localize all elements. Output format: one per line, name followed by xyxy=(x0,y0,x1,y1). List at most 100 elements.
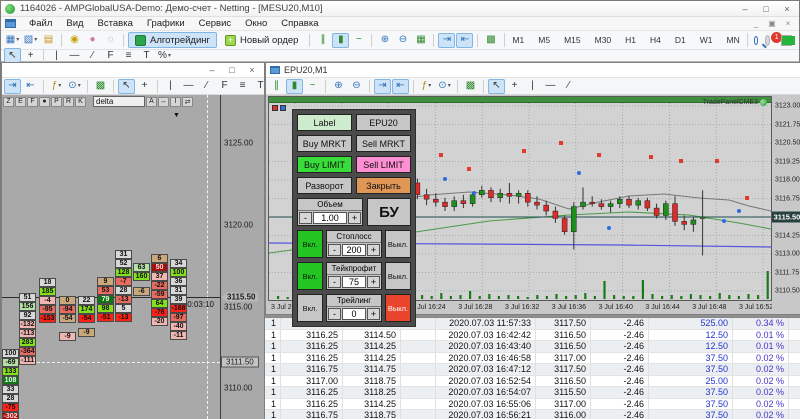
object-mini-icon[interactable]: R xyxy=(63,97,74,107)
decrease-button[interactable]: - xyxy=(328,276,341,288)
text-icon[interactable]: T xyxy=(138,48,155,63)
decrease-button[interactable]: - xyxy=(328,244,341,256)
new-order-button[interactable]: + Новый ордер xyxy=(218,32,305,48)
enable-button[interactable]: Вкл. xyxy=(297,230,323,258)
autoscroll-icon[interactable]: ⇥ xyxy=(4,79,21,94)
disable-button[interactable]: Выкл. xyxy=(385,294,411,322)
trendline-icon[interactable]: ⁄ xyxy=(560,79,577,94)
object-mini-icon[interactable]: ● xyxy=(39,97,50,107)
cluster-chart-area[interactable]: ZEF●PRK delta A↔I⇄ ▼ 3125.003120.003115.… xyxy=(2,95,264,419)
menu-item-вставка[interactable]: Вставка xyxy=(91,17,140,30)
table-row[interactable]: 13116.253114.252020.07.03 16:55:063117.0… xyxy=(265,399,800,411)
signal-icon[interactable]: ◌ xyxy=(102,33,119,48)
menu-item-сервис[interactable]: Сервис xyxy=(192,17,239,30)
dropdown-arrow-icon[interactable]: ▾ xyxy=(168,53,171,59)
hline-icon[interactable]: — xyxy=(542,79,559,94)
vline-icon[interactable]: | xyxy=(524,79,541,94)
dropdown-arrow-icon[interactable]: ▾ xyxy=(448,83,451,89)
sell-market-button[interactable]: Sell MRKT xyxy=(356,135,411,152)
hline-icon[interactable]: — xyxy=(180,79,197,94)
indicators-icon[interactable]: ƒ▾ xyxy=(48,79,65,94)
candles-chart-icon[interactable]: ▮ xyxy=(332,33,349,48)
symbol-button[interactable]: EPU20 xyxy=(356,114,411,131)
indicator-combo-button[interactable]: I xyxy=(170,97,181,107)
menu-item-вид[interactable]: Вид xyxy=(59,17,90,30)
person-icon[interactable]: ● xyxy=(84,33,101,48)
search-icon[interactable] xyxy=(754,36,758,45)
disable-button[interactable]: Выкл. xyxy=(385,262,411,290)
autoscroll-icon[interactable]: ⇥ xyxy=(374,79,391,94)
menu-item-файл[interactable]: Файл xyxy=(22,17,59,30)
table-row[interactable]: 13116.253114.502020.07.03 16:42:423116.5… xyxy=(265,330,800,342)
coins-icon[interactable]: ◉ xyxy=(66,33,83,48)
algo-trading-button[interactable]: Алготрейдинг xyxy=(128,32,217,48)
hline-icon[interactable]: — xyxy=(66,48,83,63)
timeframe-h4[interactable]: H4 xyxy=(643,33,668,47)
candles-chart-icon[interactable]: ▮ xyxy=(286,79,303,94)
object-mini-icon[interactable]: P xyxy=(51,97,62,107)
fibo-icon[interactable]: F xyxy=(102,48,119,63)
window-menu-icon[interactable] xyxy=(5,19,16,28)
crosshair-icon[interactable]: + xyxy=(506,79,523,94)
trendline-icon[interactable]: ⁄ xyxy=(198,79,215,94)
close-button[interactable]: × xyxy=(779,3,795,15)
menu-item-окно[interactable]: Окно xyxy=(238,17,274,30)
object-mini-icon[interactable]: F xyxy=(27,97,38,107)
value-field[interactable]: 0 xyxy=(342,308,366,320)
vline-icon[interactable]: | xyxy=(48,48,65,63)
reverse-button[interactable]: Разворот xyxy=(297,177,352,194)
timeframe-m1[interactable]: M1 xyxy=(505,33,531,47)
dropdown-arrow-icon[interactable]: ▾ xyxy=(58,83,61,89)
label-button[interactable]: Label xyxy=(297,114,352,131)
autoscroll-icon[interactable]: ⇥ xyxy=(438,33,455,48)
chart-properties-icon[interactable]: ▩ xyxy=(92,79,109,94)
timeframe-m15[interactable]: M15 xyxy=(557,33,588,47)
enable-button[interactable]: Вкл. xyxy=(297,262,323,290)
levels-icon[interactable]: ≡ xyxy=(120,48,137,63)
bars-chart-icon[interactable]: ∥ xyxy=(314,33,331,48)
volume-decrease-button[interactable]: - xyxy=(299,212,312,224)
crosshair-icon[interactable]: + xyxy=(136,79,153,94)
volume-value[interactable]: 1.00 xyxy=(313,212,347,224)
line-chart-icon[interactable]: ~ xyxy=(304,79,321,94)
child-minimize-button[interactable]: _ xyxy=(749,19,763,29)
chart-properties-icon[interactable]: ▩ xyxy=(482,33,499,48)
dropdown-arrow-icon[interactable]: ▾ xyxy=(428,83,431,89)
shapes-icon[interactable]: %▾ xyxy=(156,48,173,63)
fibo-icon[interactable]: F xyxy=(216,79,233,94)
close-position-button[interactable]: Закрыть xyxy=(356,177,411,194)
bars-chart-icon[interactable]: ∥ xyxy=(268,79,285,94)
deals-table[interactable]: 13128.003132.752020.07.03 11:57:333117.5… xyxy=(265,317,800,419)
table-row[interactable]: 13116.253114.252020.07.03 16:43:403116.5… xyxy=(265,341,800,353)
menu-item-справка[interactable]: Справка xyxy=(274,17,325,30)
timeframe-w1[interactable]: W1 xyxy=(693,33,720,47)
zoom-in-icon[interactable]: ⊕ xyxy=(376,33,393,48)
volume-increase-button[interactable]: + xyxy=(348,212,361,224)
disable-button[interactable]: Выкл. xyxy=(385,230,411,258)
object-mini-icon[interactable]: E xyxy=(15,97,26,107)
buy-market-button[interactable]: Buy MRKT xyxy=(297,135,352,152)
indicator-combo-button[interactable]: ↔ xyxy=(158,97,169,107)
timeframe-mn[interactable]: MN xyxy=(720,33,747,47)
tile-windows-icon[interactable]: ▦ xyxy=(412,33,429,48)
minimize-button[interactable]: – xyxy=(204,64,220,76)
timer-icon[interactable]: ⊙▾ xyxy=(436,79,453,94)
value-field[interactable]: 200 xyxy=(342,244,366,256)
table-row[interactable]: 13117.003118.752020.07.03 16:52:543116.5… xyxy=(265,376,800,388)
zoom-out-icon[interactable]: ⊖ xyxy=(348,79,365,94)
decrease-button[interactable]: - xyxy=(328,308,341,320)
increase-button[interactable]: + xyxy=(367,244,380,256)
increase-button[interactable]: + xyxy=(367,276,380,288)
profiles-icon[interactable]: ▧▾ xyxy=(22,33,39,48)
indicator-select[interactable]: delta xyxy=(93,96,145,107)
market-watch-icon[interactable]: ▤ xyxy=(40,33,57,48)
table-row[interactable]: 13116.253114.252020.07.03 16:46:583117.0… xyxy=(265,353,800,365)
increase-button[interactable]: + xyxy=(367,308,380,320)
table-row[interactable]: 13116.753114.752020.07.03 16:47:123117.5… xyxy=(265,364,800,376)
notifications-icon[interactable]: 1 xyxy=(765,35,770,46)
child-restore-button[interactable]: ▣ xyxy=(765,19,779,29)
dropdown-arrow-icon[interactable]: ▾ xyxy=(78,83,81,89)
chart-shift-icon[interactable]: ⇤ xyxy=(22,79,39,94)
chart-properties-icon[interactable]: ▩ xyxy=(462,79,479,94)
timeframe-m30[interactable]: M30 xyxy=(588,33,619,47)
